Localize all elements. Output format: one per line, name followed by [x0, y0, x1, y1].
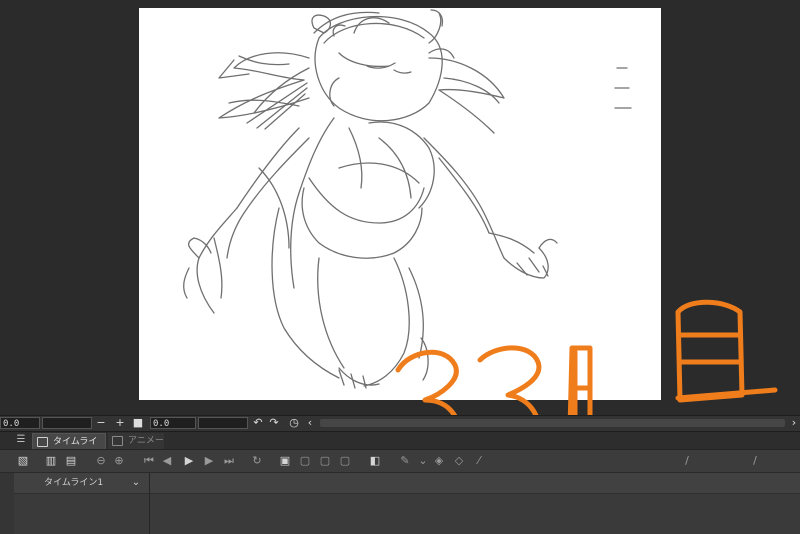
next-frame-icon[interactable]: ▶	[202, 454, 216, 468]
track-gutter	[0, 473, 14, 534]
chevron-down-icon[interactable]: ⌄	[130, 476, 142, 490]
panel-divider[interactable]	[149, 473, 150, 534]
timeline-toolbar: ▧ ▥ ▤ ⊖ ⊕ ⏮ ◀ ▶ ▶ ⏭ ↻ ▣ ▢ ▢ ▢ ◧ ✎ ⌄ ◈ ◇ …	[0, 450, 800, 473]
timeline-name: タイムライン1	[44, 478, 104, 488]
brush-icon[interactable]: ⁄	[472, 454, 486, 468]
tab-timeline[interactable]: タイムライン	[32, 433, 106, 463]
dropdown-icon[interactable]: ⌄	[416, 454, 430, 468]
zoom-out-button[interactable]: −	[95, 417, 107, 429]
timeline-selector[interactable]: タイムライン1	[14, 473, 147, 493]
play-icon[interactable]: ▶	[182, 454, 196, 468]
zoom-in-icon[interactable]: ⊕	[112, 454, 126, 468]
fill-icon[interactable]: ◈	[432, 454, 446, 468]
light-table-icon[interactable]: ▢	[298, 454, 312, 468]
cel-icon-b[interactable]: ▢	[338, 454, 352, 468]
last-frame-icon[interactable]: ⏭	[222, 454, 236, 468]
reset-rotation-icon[interactable]: ◷	[288, 417, 300, 429]
scroll-left-icon[interactable]: ‹	[304, 417, 316, 429]
loop-icon[interactable]: ↻	[250, 454, 264, 468]
camera-icon	[112, 436, 123, 446]
rotate-left-icon[interactable]: ↶	[252, 417, 264, 429]
slash-icon-b: /	[753, 454, 757, 467]
frame-settings-icon[interactable]: ▥	[44, 454, 58, 468]
prev-frame-icon[interactable]: ◀	[160, 454, 174, 468]
slash-icon-a: /	[685, 454, 689, 467]
draft-icon[interactable]: ◧	[368, 454, 382, 468]
timeline-track-row: タイムライン1 ⌄	[0, 473, 800, 494]
onion-skin-icon[interactable]: ▣	[278, 454, 292, 468]
zoom-out-icon[interactable]: ⊖	[94, 454, 108, 468]
horizontal-scrollbar[interactable]	[320, 419, 785, 427]
fit-icon[interactable]: ■	[132, 417, 144, 429]
canvas-control-strip: 0.0 − + ■ 0.0 ↶ ↷ ◷ ‹ ›	[0, 415, 800, 431]
new-cel-icon[interactable]: ▤	[64, 454, 78, 468]
timeline-tab-icon	[37, 437, 48, 447]
new-timeline-icon[interactable]: ▧	[16, 454, 30, 468]
angle-field[interactable]: 0.0	[150, 417, 196, 429]
pen-icon[interactable]: ✎	[398, 454, 412, 468]
cel-icon-a[interactable]: ▢	[318, 454, 332, 468]
rotate-right-icon[interactable]: ↷	[268, 417, 280, 429]
panel-tab-bar: ☰ タイムライン アニメーションセル	[0, 432, 800, 478]
menu-icon[interactable]: ☰	[15, 434, 27, 446]
first-frame-icon[interactable]: ⏮	[142, 454, 156, 468]
zoom-in-button[interactable]: +	[114, 417, 126, 429]
eraser-icon[interactable]: ◇	[452, 454, 466, 468]
zoom-slider[interactable]	[42, 417, 92, 429]
zoom-field[interactable]: 0.0	[0, 417, 40, 429]
scroll-right-icon[interactable]: ›	[788, 417, 800, 429]
tab-animation-cels[interactable]: アニメーションセル	[108, 433, 164, 478]
timeline-panel: ☰ タイムライン アニメーションセル ▧ ▥ ▤ ⊖ ⊕ ⏮ ◀ ▶ ▶ ⏭ ↻…	[0, 431, 800, 534]
angle-slider[interactable]	[198, 417, 248, 429]
